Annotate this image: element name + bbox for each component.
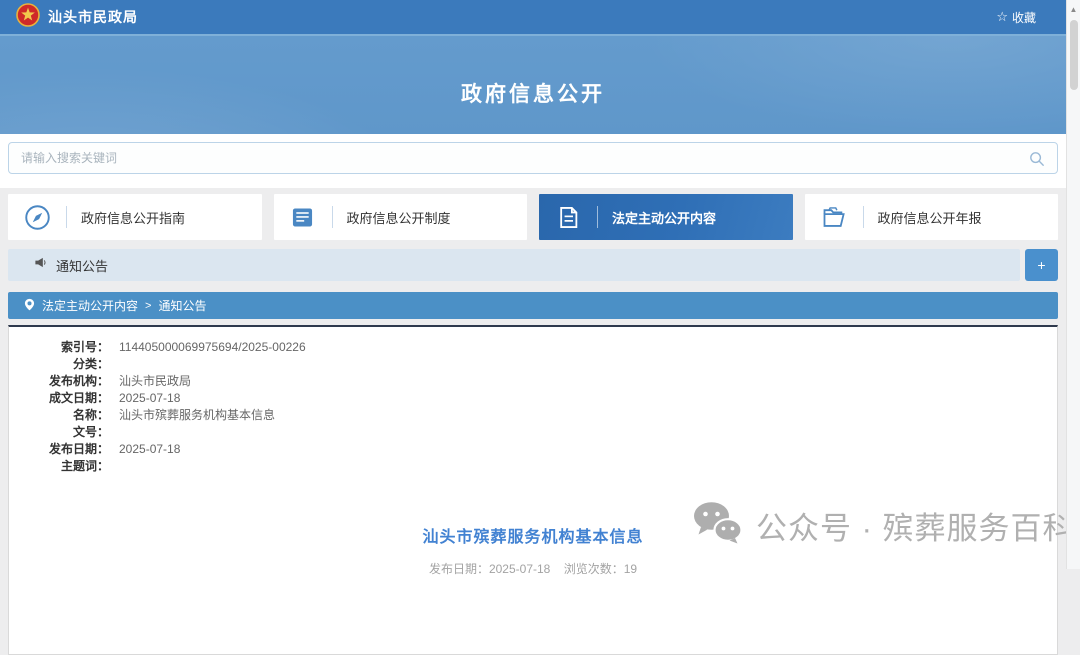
meta-value — [109, 356, 119, 373]
favorite-button[interactable]: ☆ 收藏 — [996, 9, 1050, 26]
site-name: 汕头市民政局 — [48, 7, 138, 27]
tab-disclosure-system[interactable]: 政府信息公开制度 — [274, 194, 528, 240]
tab-label: 政府信息公开制度 — [333, 208, 451, 227]
meta-label: 发布日期： — [9, 441, 109, 458]
view-count: 浏览次数：19 — [564, 562, 637, 576]
breadcrumb-item[interactable]: 法定主动公开内容 — [42, 297, 138, 314]
favorite-label: 收藏 — [1012, 9, 1036, 26]
meta-row: 主题词： — [9, 458, 1057, 475]
national-emblem-icon — [16, 3, 40, 32]
site-brand[interactable]: 汕头市民政局 — [16, 3, 138, 32]
publish-date: 发布日期：2025-07-18 — [429, 562, 550, 576]
meta-row: 文号： — [9, 424, 1057, 441]
meta-row: 成文日期： 2025-07-18 — [9, 390, 1057, 407]
star-icon: ☆ — [996, 9, 1008, 25]
tab-disclosure-guide[interactable]: 政府信息公开指南 — [8, 194, 262, 240]
meta-value — [109, 458, 119, 475]
page: 汕头市民政局 ☆ 收藏 政府信息公开 — [0, 0, 1066, 569]
tab-annual-report[interactable]: 政府信息公开年报 — [805, 194, 1059, 240]
meta-label: 分类： — [9, 356, 109, 373]
document-icon — [539, 204, 597, 231]
scroll-up-icon[interactable]: ▲ — [1067, 0, 1080, 14]
breadcrumb: 法定主动公开内容 > 通知公告 — [8, 292, 1058, 319]
breadcrumb-separator: > — [145, 300, 151, 312]
tab-statutory-disclosure[interactable]: 法定主动公开内容 — [539, 194, 793, 240]
meta-label: 成文日期： — [9, 390, 109, 407]
section-title: 通知公告 — [56, 256, 108, 275]
compass-icon — [8, 204, 66, 231]
search-strip — [0, 134, 1066, 188]
meta-value: 2025-07-18 — [109, 390, 180, 407]
top-bar: 汕头市民政局 ☆ 收藏 — [0, 0, 1066, 36]
scrollbar[interactable]: ▲ — [1066, 0, 1080, 569]
meta-row: 发布机构： 汕头市民政局 — [9, 373, 1057, 390]
page-title: 政府信息公开 — [0, 78, 1066, 108]
expand-button[interactable]: + — [1025, 249, 1058, 281]
meta-row: 分类： — [9, 356, 1057, 373]
meta-value: 2025-07-18 — [109, 441, 180, 458]
tab-label: 法定主动公开内容 — [598, 208, 716, 227]
meta-value — [109, 424, 119, 441]
notice-section-header[interactable]: 通知公告 — [8, 249, 1020, 281]
tab-label: 政府信息公开指南 — [67, 208, 185, 227]
breadcrumb-item[interactable]: 通知公告 — [158, 297, 206, 314]
meta-label: 文号： — [9, 424, 109, 441]
meta-label: 索引号： — [9, 339, 109, 356]
meta-row: 索引号： 114405000069975694/2025-00226 — [9, 339, 1057, 356]
meta-label: 名称： — [9, 407, 109, 424]
meta-label: 主题词： — [9, 458, 109, 475]
article-title: 汕头市殡葬服务机构基本信息 — [9, 523, 1057, 547]
meta-value: 114405000069975694/2025-00226 — [109, 339, 306, 356]
meta-label: 发布机构： — [9, 373, 109, 390]
article-card: 索引号： 114405000069975694/2025-00226 分类： 发… — [8, 325, 1058, 655]
folder-icon — [805, 204, 863, 231]
meta-row: 名称： 汕头市殡葬服务机构基本信息 — [9, 407, 1057, 424]
document-lines-icon — [274, 204, 332, 231]
meta-value: 汕头市殡葬服务机构基本信息 — [109, 407, 275, 424]
nav-tabs: 政府信息公开指南 政府信息公开制度 — [0, 188, 1066, 240]
location-pin-icon — [24, 298, 35, 314]
search-icon[interactable] — [1029, 151, 1045, 167]
search-input[interactable] — [9, 143, 1057, 173]
section-row: 通知公告 + — [8, 249, 1058, 281]
tab-label: 政府信息公开年报 — [864, 208, 982, 227]
meta-row: 发布日期： 2025-07-18 — [9, 441, 1057, 458]
scrollbar-thumb[interactable] — [1070, 20, 1078, 90]
banner: 政府信息公开 — [0, 36, 1066, 134]
meta-value: 汕头市民政局 — [109, 373, 191, 390]
megaphone-icon — [34, 256, 47, 274]
search-box — [8, 142, 1058, 174]
